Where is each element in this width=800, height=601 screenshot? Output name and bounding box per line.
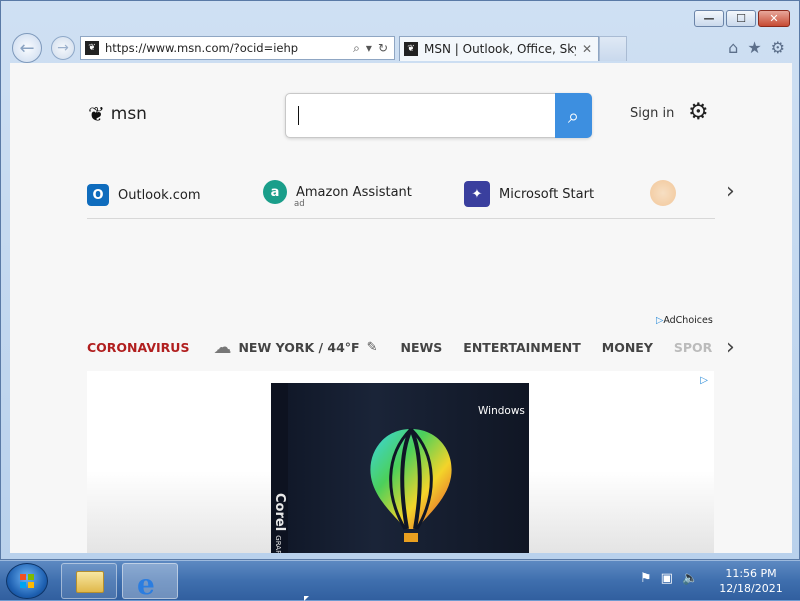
settings-gear-icon[interactable]: ⚙ bbox=[688, 99, 709, 125]
butterfly-icon: ❦ bbox=[88, 102, 105, 126]
advertisement[interactable]: ▷ Corel GRAPHIC SUITE Windows bbox=[87, 371, 714, 553]
new-tab-button[interactable] bbox=[599, 36, 627, 61]
tab-msn[interactable]: ❦ MSN | Outlook, Office, Sky... ✕ bbox=[399, 36, 599, 61]
quick-link-label: Microsoft Start bbox=[499, 186, 595, 202]
taskbar-ie-button[interactable]: e bbox=[122, 563, 178, 601]
start-button[interactable] bbox=[6, 563, 48, 599]
outlook-icon: O bbox=[87, 184, 109, 206]
taskbar: e ⚑ ▣ 🔈 11:56 PM 12/18/2021 bbox=[0, 560, 800, 601]
taskbar-explorer-button[interactable] bbox=[61, 563, 117, 599]
close-button[interactable]: ✕ bbox=[758, 10, 790, 27]
quick-link-outlook[interactable]: O Outlook.com bbox=[87, 184, 201, 206]
refresh-icon[interactable]: ↻ bbox=[378, 41, 388, 56]
page-content: ❦ msn ⌕ Sign in ⚙ O Outlook.com a Amazon… bbox=[10, 63, 792, 553]
nav-news[interactable]: NEWS bbox=[401, 340, 443, 355]
quick-links: O Outlook.com a Amazon Assistant ad ✦ Mi… bbox=[87, 176, 715, 219]
amazon-icon: a bbox=[263, 180, 287, 204]
edit-pencil-icon[interactable]: ✎ bbox=[367, 340, 378, 355]
ad-choices[interactable]: ▷AdChoices bbox=[656, 315, 713, 326]
search-icon[interactable]: ⌕ bbox=[353, 41, 360, 56]
msn-favicon-icon: ❦ bbox=[404, 42, 418, 56]
os-label: Windows bbox=[478, 405, 525, 417]
quick-link-amazon[interactable]: a Amazon Assistant ad bbox=[263, 180, 412, 209]
chevron-right-icon[interactable]: › bbox=[726, 335, 735, 360]
folder-icon bbox=[76, 571, 104, 593]
cloud-icon: ☁ bbox=[213, 336, 232, 358]
nav-sports[interactable]: SPOR bbox=[674, 340, 712, 355]
weather-widget[interactable]: ☁ NEW YORK / 44°F ✎ bbox=[213, 337, 377, 358]
product-box-image: Corel GRAPHIC SUITE Windows bbox=[271, 383, 529, 553]
back-button[interactable]: ← bbox=[12, 33, 42, 63]
sign-in-link[interactable]: Sign in bbox=[630, 106, 674, 121]
msn-favicon-icon: ❦ bbox=[85, 41, 99, 55]
internet-explorer-icon: e bbox=[137, 568, 155, 601]
nav-entertainment[interactable]: ENTERTAINMENT bbox=[463, 340, 580, 355]
weather-text: NEW YORK / 44°F bbox=[238, 339, 360, 355]
address-bar[interactable]: ❦ https://www.msn.com/?ocid=iehp ⌕ ▾ ↻ bbox=[80, 36, 395, 60]
back-arrow-icon: ← bbox=[19, 37, 35, 59]
home-icon[interactable]: ⌂ bbox=[728, 38, 738, 57]
dropdown-icon[interactable]: ▾ bbox=[366, 41, 372, 56]
adchoices-icon[interactable]: ▷ bbox=[700, 375, 708, 386]
clock-date: 12/18/2021 bbox=[719, 582, 783, 595]
mouse-cursor bbox=[304, 596, 309, 601]
ad-label: ad bbox=[294, 199, 305, 209]
search-input[interactable]: ⌕ bbox=[285, 93, 592, 138]
brand-text: Corel GRAPHIC SUITE bbox=[272, 493, 287, 553]
tab-title: MSN | Outlook, Office, Sky... bbox=[424, 42, 576, 56]
msn-logo[interactable]: ❦ msn bbox=[88, 102, 147, 126]
text-caret bbox=[298, 106, 299, 125]
volume-icon[interactable]: 🔈 bbox=[682, 571, 698, 586]
nav-money[interactable]: MONEY bbox=[602, 340, 653, 355]
microsoft-start-icon: ✦ bbox=[464, 181, 490, 207]
search-button[interactable]: ⌕ bbox=[555, 93, 592, 138]
search-icon: ⌕ bbox=[567, 103, 580, 128]
clock[interactable]: 11:56 PM 12/18/2021 bbox=[716, 566, 786, 596]
clock-time: 11:56 PM bbox=[725, 567, 777, 580]
chevron-right-icon[interactable]: › bbox=[726, 179, 735, 204]
logo-text: msn bbox=[110, 104, 147, 124]
browser-window: — ☐ ✕ ← → ❦ https://www.msn.com/?ocid=ie… bbox=[0, 0, 800, 560]
minimize-button[interactable]: — bbox=[694, 10, 724, 27]
category-nav: CORONAVIRUS ☁ NEW YORK / 44°F ✎ NEWS ENT… bbox=[87, 331, 717, 363]
gear-icon[interactable]: ⚙ bbox=[771, 38, 785, 57]
maximize-button[interactable]: ☐ bbox=[726, 10, 756, 27]
close-icon: ✕ bbox=[769, 12, 779, 25]
ad-choices-label: AdChoices bbox=[663, 315, 713, 326]
windows-logo-icon bbox=[20, 574, 34, 588]
tab-close-icon[interactable]: ✕ bbox=[576, 42, 598, 56]
forward-arrow-icon: → bbox=[57, 40, 69, 56]
balloon-icon bbox=[370, 427, 452, 542]
quick-link-microsoft-start[interactable]: ✦ Microsoft Start bbox=[464, 181, 594, 207]
quick-link-label: Amazon Assistant bbox=[296, 184, 412, 200]
minimize-icon: — bbox=[703, 12, 715, 25]
system-tray: ⚑ ▣ 🔈 bbox=[640, 571, 698, 586]
action-center-flag-icon[interactable]: ⚑ bbox=[640, 571, 652, 586]
partial-link-icon[interactable] bbox=[650, 180, 676, 206]
window-controls: — ☐ ✕ bbox=[694, 10, 790, 27]
maximize-icon: ☐ bbox=[736, 12, 746, 25]
quick-link-label: Outlook.com bbox=[118, 187, 201, 203]
box-spine: Corel GRAPHIC SUITE bbox=[271, 383, 288, 553]
network-icon[interactable]: ▣ bbox=[661, 571, 673, 586]
nav-coronavirus[interactable]: CORONAVIRUS bbox=[87, 340, 189, 355]
url-text[interactable]: https://www.msn.com/?ocid=iehp bbox=[105, 41, 353, 55]
star-icon[interactable]: ★ bbox=[747, 38, 761, 57]
forward-button[interactable]: → bbox=[51, 36, 75, 60]
